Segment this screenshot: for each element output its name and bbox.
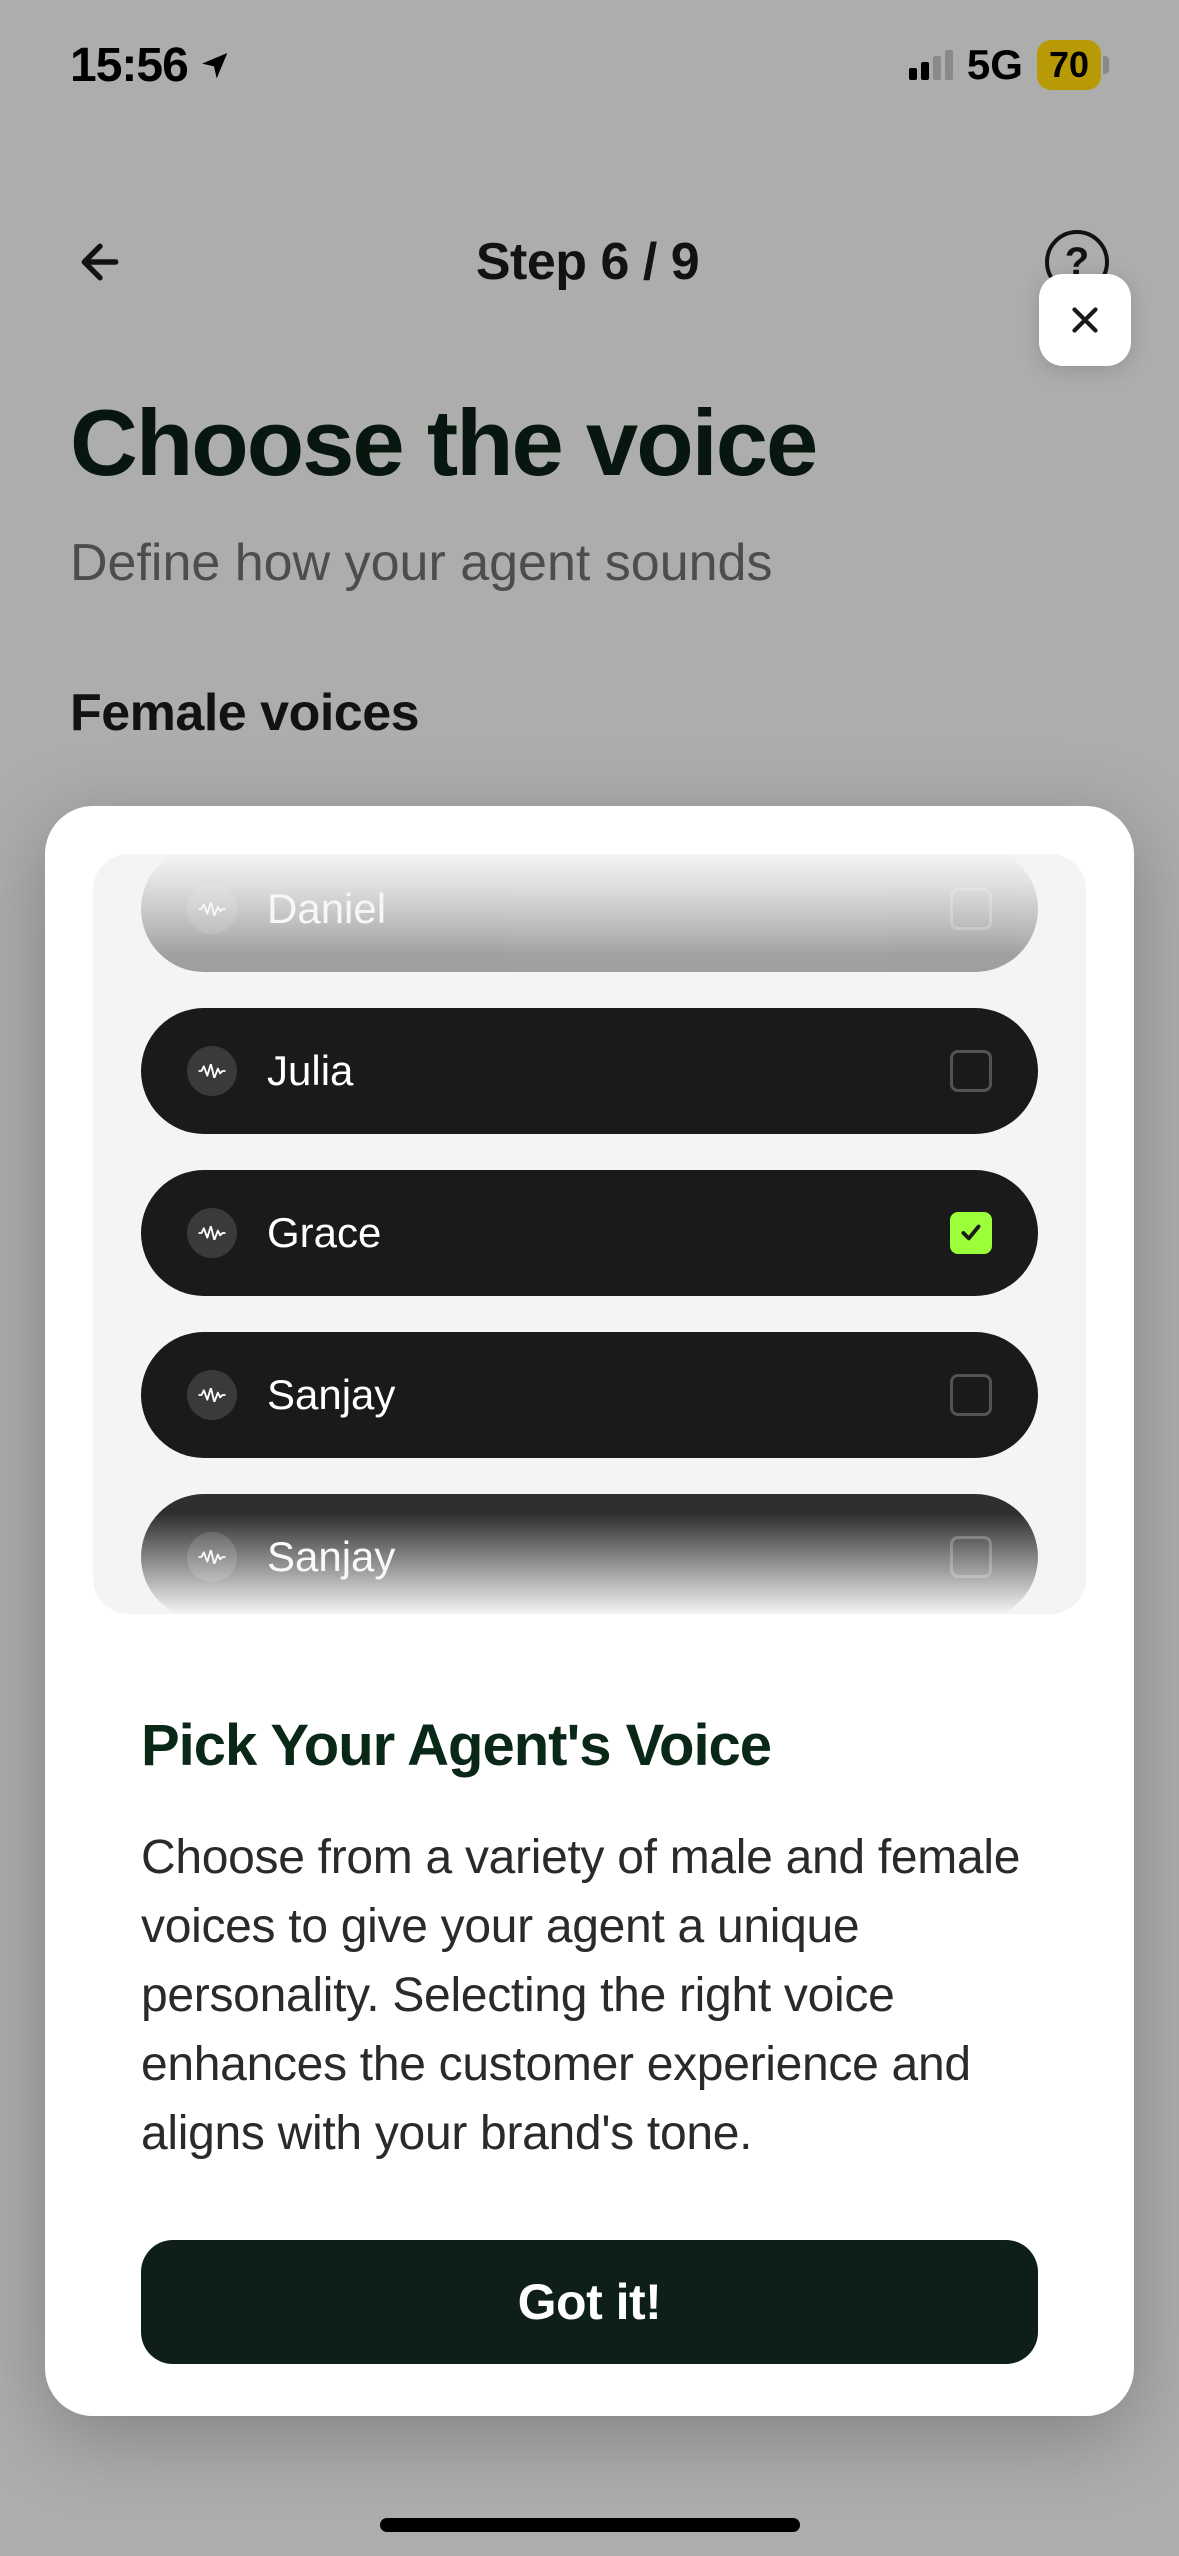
waveform-icon	[187, 1532, 237, 1582]
voice-name: Sanjay	[267, 1533, 920, 1581]
voice-name: Grace	[267, 1209, 920, 1257]
home-indicator[interactable]	[380, 2518, 800, 2532]
voice-checkbox	[950, 1050, 992, 1092]
modal-illustration: Daniel Julia Grace	[93, 854, 1086, 1614]
voice-name: Julia	[267, 1047, 920, 1095]
waveform-icon	[187, 1046, 237, 1096]
modal-body-text: Choose from a variety of male and female…	[141, 1823, 1038, 2169]
close-button[interactable]	[1039, 274, 1131, 366]
voice-option: Sanjay	[141, 1494, 1038, 1614]
voice-checkbox	[950, 888, 992, 930]
voice-checkbox	[950, 1536, 992, 1578]
voice-checkbox-checked	[950, 1212, 992, 1254]
voice-option: Sanjay	[141, 1332, 1038, 1458]
waveform-icon	[187, 1370, 237, 1420]
waveform-icon	[187, 1208, 237, 1258]
modal-title: Pick Your Agent's Voice	[141, 1712, 1038, 1779]
waveform-icon	[187, 884, 237, 934]
voice-checkbox	[950, 1374, 992, 1416]
voice-option: Julia	[141, 1008, 1038, 1134]
voice-name: Daniel	[267, 885, 920, 933]
info-modal: Daniel Julia Grace	[45, 806, 1134, 2416]
voice-option: Daniel	[141, 854, 1038, 972]
voice-option: Grace	[141, 1170, 1038, 1296]
voice-name: Sanjay	[267, 1371, 920, 1419]
got-it-button[interactable]: Got it!	[141, 2240, 1038, 2364]
